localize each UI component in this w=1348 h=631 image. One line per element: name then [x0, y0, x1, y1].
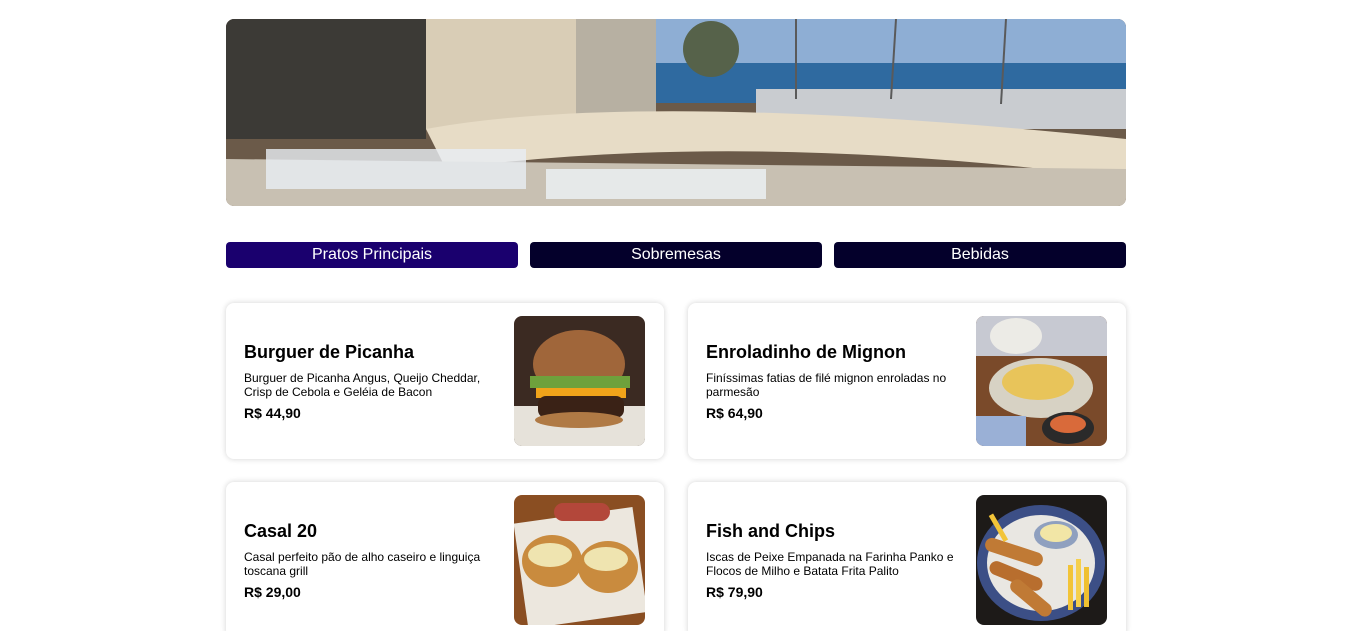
menu-item-price: R$ 29,00: [244, 583, 301, 600]
fish-and-chips-image: [976, 495, 1107, 625]
menu-item-description: Iscas de Peixe Empanada na Farinha Panko…: [706, 549, 954, 578]
menu-item-title: Burguer de Picanha: [244, 341, 415, 362]
burger-image: [514, 316, 645, 446]
garlic-bread-sausage-image: [514, 495, 645, 625]
menu-grid: Burguer de Picanha Burguer de Picanha An…: [226, 303, 1127, 631]
menu-item-description: Casal perfeito pão de alho caseiro e lin…: [244, 549, 481, 578]
category-tabs: Pratos Principais Sobremesas Bebidas: [226, 242, 1126, 268]
menu-item-info: Fish and Chips Iscas de Peixe Empanada n…: [706, 482, 956, 631]
menu-item-price: R$ 44,90: [244, 404, 301, 421]
menu-item-info: Enroladinho de Mignon Finíssimas fatias …: [706, 303, 956, 459]
menu-item-title: Casal 20: [244, 520, 318, 541]
menu-item-title: Enroladinho de Mignon: [706, 341, 906, 362]
menu-item-card[interactable]: Burguer de Picanha Burguer de Picanha An…: [226, 303, 664, 459]
menu-item-price: R$ 64,90: [706, 404, 763, 421]
restaurant-terrace-image: [226, 19, 1126, 206]
menu-item-card[interactable]: Casal 20 Casal perfeito pão de alho case…: [226, 482, 664, 631]
menu-item-title: Fish and Chips: [706, 520, 836, 541]
menu-item-description: Finíssimas fatias de filé mignon enrolad…: [706, 370, 947, 399]
menu-item-card[interactable]: Enroladinho de Mignon Finíssimas fatias …: [688, 303, 1126, 459]
menu-item-card[interactable]: Fish and Chips Iscas de Peixe Empanada n…: [688, 482, 1126, 631]
tab-bebidas[interactable]: Bebidas: [834, 242, 1126, 268]
tab-pratos-principais[interactable]: Pratos Principais: [226, 242, 518, 268]
tab-sobremesas[interactable]: Sobremesas: [530, 242, 822, 268]
hero-banner: [226, 19, 1126, 206]
menu-item-info: Casal 20 Casal perfeito pão de alho case…: [244, 482, 494, 631]
menu-item-info: Burguer de Picanha Burguer de Picanha An…: [244, 303, 494, 459]
mignon-rolls-image: [976, 316, 1107, 446]
menu-item-price: R$ 79,90: [706, 583, 763, 600]
menu-item-description: Burguer de Picanha Angus, Queijo Cheddar…: [244, 370, 481, 399]
